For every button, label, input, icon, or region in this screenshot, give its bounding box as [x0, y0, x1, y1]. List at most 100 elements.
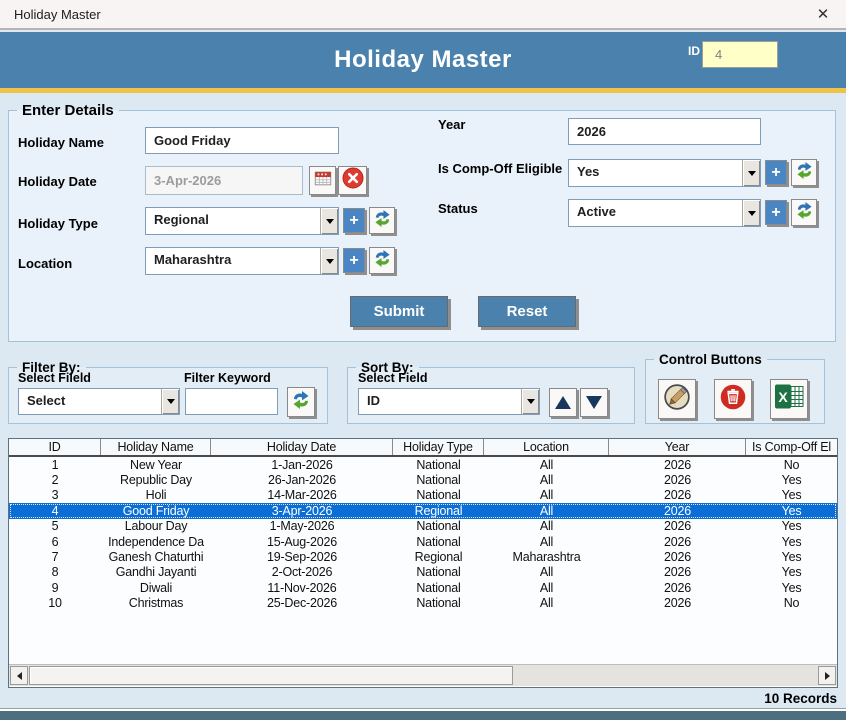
table-cell: National [393, 488, 484, 502]
table-row[interactable]: 4Good Friday3-Apr-2026RegionalAll2026Yes [9, 503, 837, 518]
table-cell: Christmas [101, 596, 211, 610]
table-cell: All [484, 473, 609, 487]
table-cell: All [484, 458, 609, 472]
table-cell: Yes [746, 581, 837, 595]
table-cell: National [393, 581, 484, 595]
status-label: Status [438, 201, 478, 216]
sort-field-combo[interactable]: ID [358, 388, 540, 415]
table-cell: 14-Mar-2026 [211, 488, 393, 502]
column-header: Holiday Type [393, 439, 484, 455]
table-cell: Yes [746, 565, 837, 579]
table-cell: National [393, 596, 484, 610]
submit-button[interactable]: Submit [350, 296, 448, 327]
close-icon[interactable]: ✕ [812, 5, 834, 25]
table-cell: Yes [746, 550, 837, 564]
table-cell: All [484, 488, 609, 502]
year-label: Year [438, 117, 465, 132]
table-cell: Yes [746, 519, 837, 533]
svg-text:X: X [778, 389, 788, 405]
table-cell: 8 [9, 565, 101, 579]
table-cell: 1-May-2026 [211, 519, 393, 533]
table-cell: Yes [746, 488, 837, 502]
table-cell: 1-Jan-2026 [211, 458, 393, 472]
holiday-type-label: Holiday Type [18, 216, 98, 231]
table-cell: 2026 [609, 488, 746, 502]
clear-date-button[interactable] [338, 166, 367, 195]
sort-field-value: ID [359, 389, 521, 414]
year-input[interactable] [568, 118, 761, 145]
dropdown-arrow-icon[interactable] [742, 160, 760, 186]
edit-button[interactable] [658, 379, 696, 419]
refresh-status-button[interactable] [791, 199, 817, 226]
location-combo[interactable]: Maharashtra [145, 247, 339, 275]
table-row[interactable]: 7Ganesh Chaturthi19-Sep-2026RegionalMaha… [9, 549, 837, 564]
column-header: Is Comp-Off El [746, 439, 837, 455]
add-location-button[interactable]: + [343, 248, 365, 273]
trash-icon [719, 383, 747, 416]
comp-off-combo[interactable]: Yes [568, 159, 761, 187]
calendar-icon [313, 168, 333, 193]
holiday-name-label: Holiday Name [18, 135, 104, 150]
scroll-right-button[interactable] [818, 666, 836, 685]
filter-keyword-label: Filter Keyword [184, 371, 271, 385]
filter-field-combo[interactable]: Select [18, 388, 180, 415]
table-cell: 5 [9, 519, 101, 533]
dropdown-arrow-icon[interactable] [320, 248, 338, 274]
enter-details-legend: Enter Details [17, 102, 119, 119]
table-cell: 2026 [609, 550, 746, 564]
dropdown-arrow-icon[interactable] [320, 208, 338, 234]
table-cell: All [484, 581, 609, 595]
table-cell: 2026 [609, 458, 746, 472]
dropdown-arrow-icon[interactable] [521, 389, 539, 414]
holiday-master-window: Holiday Master ✕ Holiday Master ID Enter… [0, 0, 846, 720]
dropdown-arrow-icon[interactable] [742, 200, 760, 226]
scroll-right-icon [825, 672, 830, 680]
add-status-button[interactable]: + [765, 200, 787, 225]
column-header: Holiday Name [101, 439, 211, 455]
id-field[interactable] [702, 41, 778, 68]
table-cell: Gandhi Jayanti [101, 565, 211, 579]
refresh-location-button[interactable] [369, 247, 395, 274]
sort-descending-button[interactable] [580, 388, 608, 417]
table-row[interactable]: 3Holi14-Mar-2026NationalAll2026Yes [9, 488, 837, 503]
table-row[interactable]: 2Republic Day26-Jan-2026NationalAll2026Y… [9, 472, 837, 487]
refresh-icon [795, 201, 814, 225]
status-combo[interactable]: Active [568, 199, 761, 227]
refresh-holiday-type-button[interactable] [369, 207, 395, 234]
scroll-left-button[interactable] [10, 666, 28, 685]
filter-field-label: Select Fileld [18, 371, 91, 385]
table-row[interactable]: 5Labour Day1-May-2026NationalAll2026Yes [9, 519, 837, 534]
calendar-button[interactable] [309, 166, 336, 195]
holiday-name-input[interactable] [145, 127, 339, 154]
reset-button[interactable]: Reset [478, 296, 576, 327]
apply-filter-button[interactable] [287, 387, 315, 417]
sort-ascending-button[interactable] [549, 388, 577, 417]
refresh-comp-off-button[interactable] [791, 159, 817, 186]
holiday-type-value: Regional [146, 208, 320, 234]
table-row[interactable]: 9Diwali11-Nov-2026NationalAll2026Yes [9, 580, 837, 595]
table-row[interactable]: 1New Year1-Jan-2026NationalAll2026No [9, 457, 837, 472]
holiday-date-input[interactable] [145, 166, 303, 195]
dropdown-arrow-icon[interactable] [161, 389, 179, 414]
bottom-strip [0, 711, 846, 720]
table-cell: 3-Apr-2026 [211, 504, 393, 518]
horizontal-scrollbar[interactable] [9, 664, 837, 686]
table-cell: 4 [9, 504, 101, 518]
filter-keyword-input[interactable] [185, 388, 278, 415]
table-cell: Yes [746, 473, 837, 487]
holiday-type-combo[interactable]: Regional [145, 207, 339, 235]
column-header: Holiday Date [211, 439, 393, 455]
export-excel-button[interactable]: X [770, 379, 808, 419]
add-holiday-type-button[interactable]: + [343, 208, 365, 233]
scrollbar-thumb[interactable] [29, 666, 513, 685]
comp-off-label: Is Comp-Off Eligible [438, 161, 562, 176]
table-cell: 3 [9, 488, 101, 502]
delete-button[interactable] [714, 379, 752, 419]
refresh-icon [373, 249, 392, 273]
location-label: Location [18, 256, 72, 271]
table-cell: 2026 [609, 565, 746, 579]
table-row[interactable]: 8Gandhi Jayanti2-Oct-2026NationalAll2026… [9, 565, 837, 580]
add-comp-off-button[interactable]: + [765, 160, 787, 185]
table-row[interactable]: 10Christmas25-Dec-2026NationalAll2026No [9, 596, 837, 611]
table-row[interactable]: 6Independence Da15-Aug-2026NationalAll20… [9, 534, 837, 549]
